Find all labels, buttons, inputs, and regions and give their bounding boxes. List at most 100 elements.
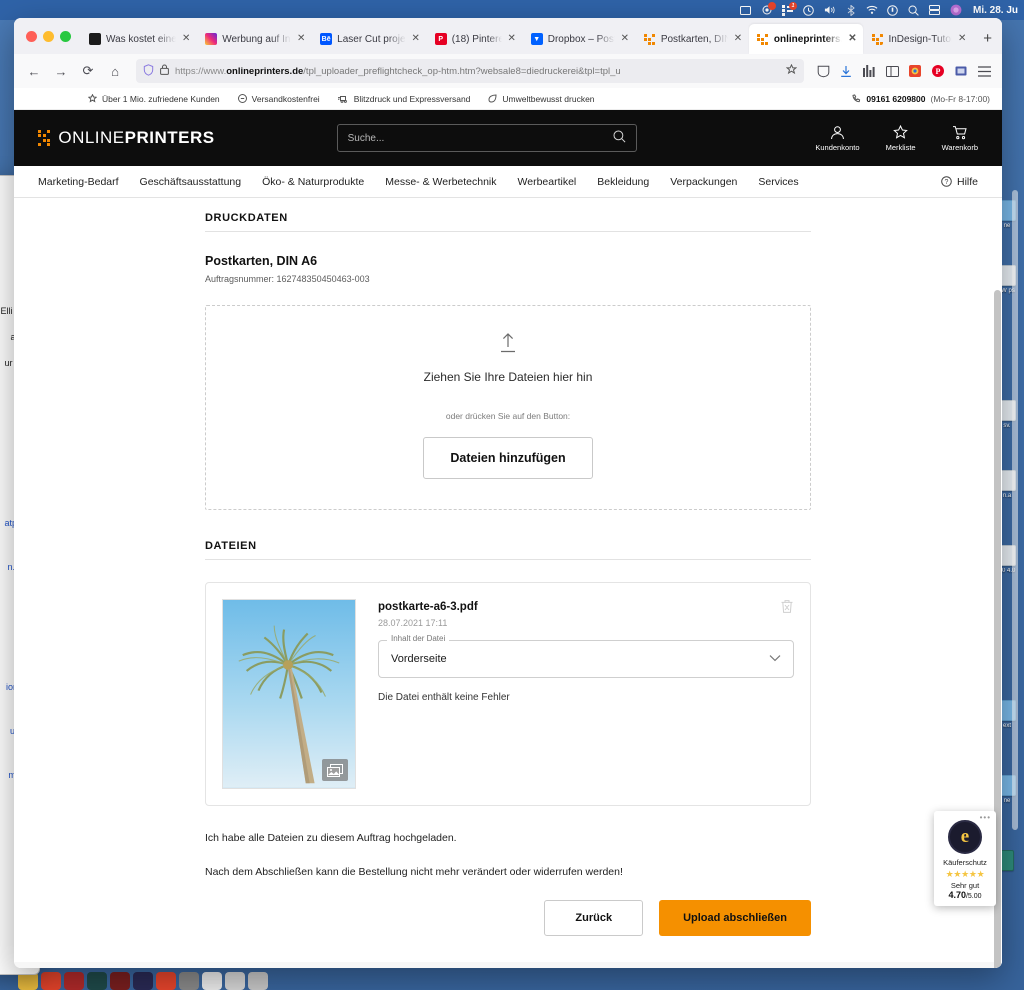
trusted-shops-badge[interactable]: ••• e Käuferschutz ★★★★★ Sehr gut 4.70/5…: [934, 811, 996, 906]
usp-item-express[interactable]: Blitzdruck und Expressversand: [337, 94, 470, 104]
forward-button[interactable]: →: [49, 59, 73, 83]
add-files-button[interactable]: Dateien hinzufügen: [423, 437, 593, 479]
screenshot-extension-icon[interactable]: [951, 60, 971, 82]
logo-printers: PRINTERS: [124, 128, 215, 147]
menubar-clock[interactable]: Mi. 28. Ju: [973, 5, 1018, 16]
onlineprinters-logo[interactable]: ONLINEPRINTERS: [38, 128, 215, 148]
menu-icon[interactable]: [974, 60, 994, 82]
nav-item-geschaeftsausstattung[interactable]: Geschäftsausstattung: [140, 176, 242, 188]
nav-item-verpackungen[interactable]: Verpackungen: [670, 176, 737, 188]
pinterest-extension-icon[interactable]: P: [928, 60, 948, 82]
tab-werbung-instagram[interactable]: Werbung auf Insta ✕: [197, 24, 312, 54]
search-icon[interactable]: [613, 130, 626, 146]
tab-close-icon[interactable]: ✕: [957, 34, 967, 44]
volume-icon[interactable]: [824, 4, 836, 16]
dock-item[interactable]: [179, 972, 199, 990]
clock-icon[interactable]: [803, 4, 815, 16]
buyer-protection-label: Käuferschutz: [943, 858, 987, 867]
dock-item[interactable]: [248, 972, 268, 990]
nav-item-services[interactable]: Services: [758, 176, 798, 188]
badge-menu-icon[interactable]: •••: [980, 814, 991, 822]
close-window-button[interactable]: [26, 30, 37, 42]
chevron-down-icon[interactable]: [769, 653, 781, 665]
tab-close-icon[interactable]: ✕: [620, 34, 630, 44]
back-button[interactable]: Zurück: [544, 900, 644, 936]
tab-close-icon[interactable]: ✕: [181, 34, 191, 44]
wifi-icon[interactable]: [866, 4, 878, 16]
search-input[interactable]: Suche...: [336, 124, 637, 152]
minimize-window-button[interactable]: [43, 30, 54, 42]
dock-item[interactable]: [110, 972, 130, 990]
reload-button[interactable]: ⟳: [76, 59, 100, 83]
dropzone-subline: oder drücken Sie auf den Button:: [445, 411, 571, 421]
file-dropzone[interactable]: Ziehen Sie Ihre Dateien hier hin oder dr…: [205, 305, 811, 510]
lock-icon[interactable]: [160, 64, 169, 78]
sidebar-icon[interactable]: [882, 60, 902, 82]
dock-item[interactable]: [64, 972, 84, 990]
dropbox-favicon-icon: ▼: [530, 33, 543, 45]
cart-button[interactable]: Warenkorb: [942, 125, 978, 152]
tab-laser-cut[interactable]: Bē Laser Cut projects ✕: [312, 24, 427, 54]
desktop-scrollbar[interactable]: [1012, 190, 1018, 830]
address-bar[interactable]: https://www.onlineprinters.de/tpl_upload…: [136, 59, 804, 83]
dock-item[interactable]: [225, 972, 245, 990]
dock-item[interactable]: [87, 972, 107, 990]
file-thumbnail[interactable]: [222, 599, 356, 789]
nav-item-oeko-naturprodukte[interactable]: Öko- & Naturprodukte: [262, 176, 364, 188]
downloads-icon[interactable]: [836, 60, 856, 82]
shield-icon[interactable]: [143, 63, 154, 79]
siri-icon[interactable]: [950, 4, 962, 16]
file-details: postkarte-a6-3.pdf 28.07.2021 17:11 Inha…: [378, 599, 794, 789]
usp-item-eco[interactable]: Umweltbewusst drucken: [488, 94, 595, 104]
wishlist-button[interactable]: Merkliste: [886, 124, 916, 152]
tab-indesign-tutorial[interactable]: InDesign-Tutorial ✕: [863, 24, 973, 54]
nav-item-werbeartikel[interactable]: Werbeartikel: [518, 176, 577, 188]
phone-contact[interactable]: 09161 6209800 (Mo-Fr 8-17:00): [852, 94, 990, 104]
usp-item-customers[interactable]: Über 1 Mio. zufriedene Kunden: [88, 94, 220, 104]
spotlight-search-icon[interactable]: [908, 4, 920, 16]
home-button[interactable]: ⌂: [103, 59, 127, 83]
dock-item[interactable]: [133, 972, 153, 990]
window-controls[interactable]: [22, 18, 81, 54]
tab-close-icon[interactable]: ✕: [411, 34, 421, 44]
tab-pinterest[interactable]: P (18) Pinterest ✕: [427, 24, 523, 54]
finish-upload-button[interactable]: Upload abschließen: [659, 900, 811, 936]
logo-dots-icon: [38, 129, 51, 147]
dock-item[interactable]: [202, 972, 222, 990]
file-content-select[interactable]: Vorderseite: [378, 640, 794, 678]
maximize-window-button[interactable]: [60, 30, 71, 42]
tab-postkarten-din-a6[interactable]: Postkarten, DIN A ✕: [636, 24, 749, 54]
color-extension-icon[interactable]: [905, 60, 925, 82]
library-icon[interactable]: [859, 60, 879, 82]
tab-was-kostet[interactable]: Was kostet eine W ✕: [81, 24, 197, 54]
camera-icon[interactable]: [761, 2, 776, 16]
image-preview-icon[interactable]: [322, 759, 348, 781]
new-tab-button[interactable]: +: [973, 24, 1002, 54]
dock-item[interactable]: [41, 972, 61, 990]
dock[interactable]: [18, 972, 268, 990]
nav-item-bekleidung[interactable]: Bekleidung: [597, 176, 649, 188]
instagram-favicon-icon: [205, 33, 218, 45]
tab-dropbox[interactable]: ▼ Dropbox – Postka ✕: [523, 24, 636, 54]
dock-item[interactable]: [156, 972, 176, 990]
tracking-shield-icon[interactable]: [813, 60, 833, 82]
account-button[interactable]: Kundenkonto: [815, 125, 860, 152]
nav-item-messe-werbetechnik[interactable]: Messe- & Werbetechnik: [385, 176, 496, 188]
tab-close-icon[interactable]: ✕: [847, 34, 857, 44]
bluetooth-off-icon[interactable]: [845, 4, 857, 16]
tab-onlineprinters-active[interactable]: onlineprinters.de ✕: [748, 24, 864, 54]
usp-item-free-shipping[interactable]: Versandkostenfrei: [237, 94, 320, 104]
display-icon[interactable]: [929, 4, 941, 16]
tab-close-icon[interactable]: ✕: [507, 34, 517, 44]
nav-item-marketing-bedarf[interactable]: Marketing-Bedarf: [38, 176, 119, 188]
tasks-icon[interactable]: 1: [782, 2, 797, 16]
help-button[interactable]: ? Hilfe: [941, 176, 978, 188]
screen-icon[interactable]: [740, 4, 752, 16]
bookmark-star-icon[interactable]: [785, 63, 798, 78]
tab-close-icon[interactable]: ✕: [296, 34, 306, 44]
dropbox-icon[interactable]: [887, 4, 899, 16]
back-button[interactable]: ←: [22, 59, 46, 83]
tab-close-icon[interactable]: ✕: [733, 34, 743, 44]
delete-file-button[interactable]: [780, 599, 794, 619]
header-actions: Kundenkonto Merkliste Warenkorb: [815, 124, 978, 152]
